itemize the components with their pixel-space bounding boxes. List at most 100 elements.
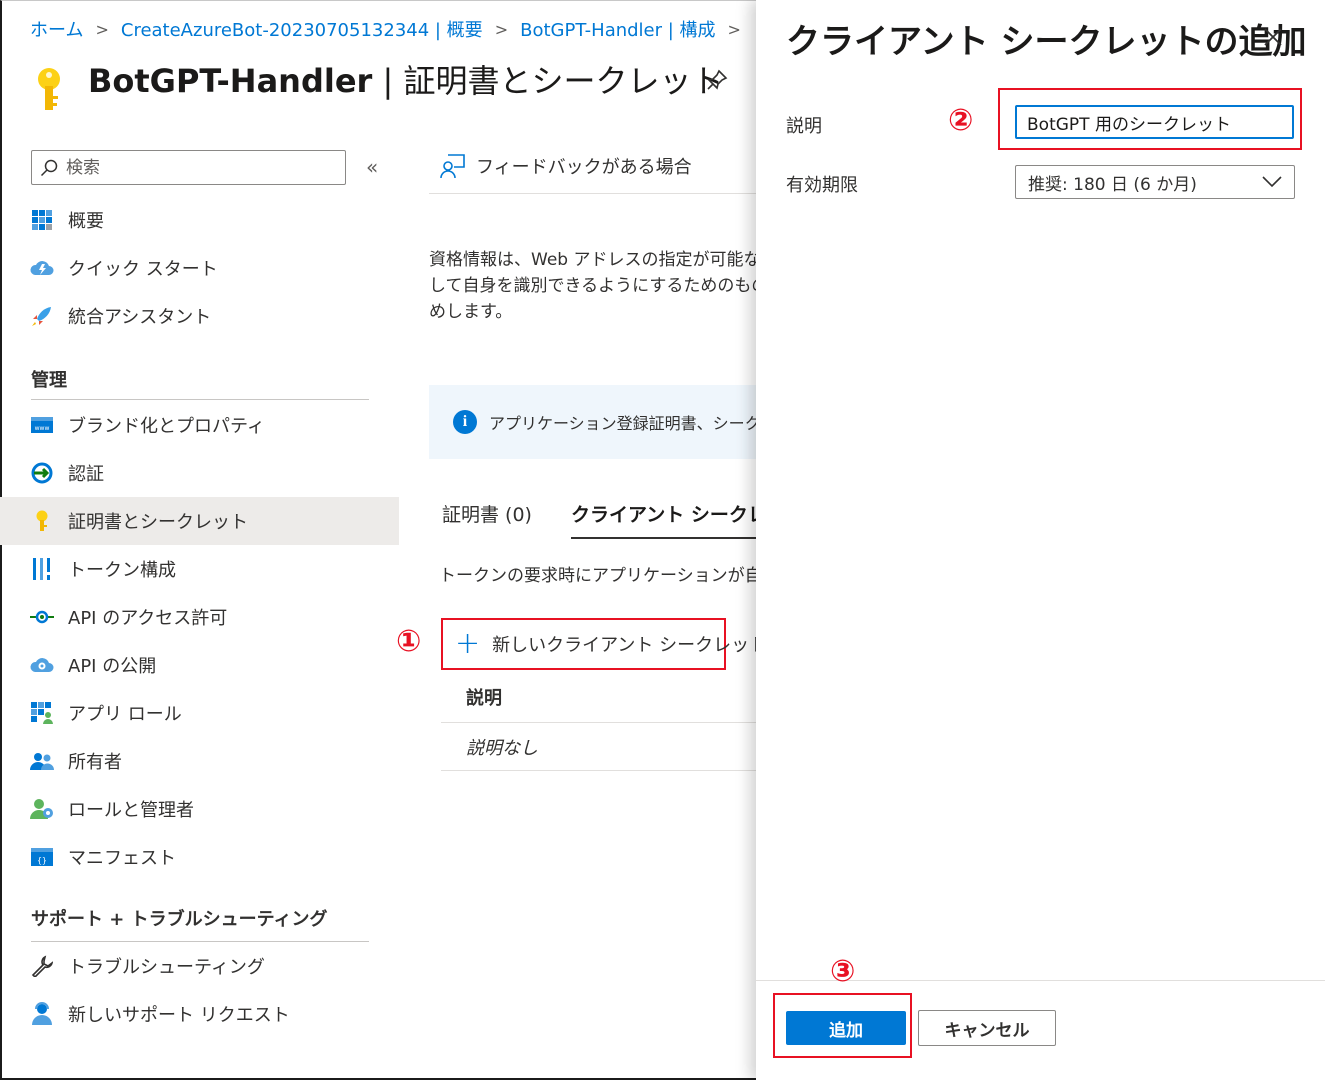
auth-arrow-icon (30, 461, 54, 485)
sidebar-item-app-roles[interactable]: アプリ ロール (0, 689, 399, 737)
breadcrumb-separator: > (727, 19, 741, 39)
search-box[interactable] (31, 150, 346, 185)
owners-icon (30, 749, 54, 773)
sidebar-item-integration-assistant[interactable]: 統合アシスタント (0, 292, 399, 340)
key-icon (30, 509, 54, 533)
info-banner: i アプリケーション登録証明書、シークレッ (429, 385, 756, 459)
page-title-app: BotGPT-Handler (88, 62, 373, 100)
manage-section-header: 管理 (31, 370, 67, 391)
client-secret-description: トークンの要求時にアプリケーションが自身の (439, 566, 756, 586)
sidebar-item-authentication[interactable]: 認証 (0, 449, 399, 497)
divider (441, 770, 756, 771)
cloud-gear-icon (30, 653, 54, 677)
panel-title: クライアント シークレットの追加 (786, 22, 1307, 62)
divider (441, 722, 756, 723)
support-person-icon (30, 1002, 54, 1026)
description-highlight (998, 88, 1302, 150)
api-permission-icon (30, 605, 54, 629)
sidebar-item-manifest[interactable]: {} マニフェスト (0, 833, 399, 881)
feedback-icon (440, 154, 465, 179)
new-client-secret-label: 新しいクライアント シークレット (492, 635, 768, 656)
sidebar-item-expose-api[interactable]: API の公開 (0, 641, 399, 689)
manifest-icon: {} (30, 845, 54, 869)
breadcrumb-separator: > (494, 19, 509, 39)
active-tab-indicator (571, 537, 756, 539)
table-header-description: 説明 (466, 688, 502, 709)
sidebar-item-label: アプリ ロール (68, 704, 182, 725)
pin-icon[interactable] (705, 68, 729, 92)
sidebar-item-label: 概要 (68, 211, 104, 232)
sidebar-item-troubleshooting[interactable]: トラブルシューティング (0, 942, 399, 990)
expiry-label: 有効期限 (786, 175, 858, 196)
cloud-lightning-icon (30, 256, 54, 280)
feedback-button[interactable]: フィードバックがある場合 (440, 153, 692, 179)
support-section-header: サポート + トラブルシューティング (31, 909, 328, 930)
expiry-dropdown[interactable]: 推奨: 180 日 (6 か月) (1015, 165, 1295, 199)
breadcrumb-botgpt-config[interactable]: BotGPT-Handler | 構成 (520, 16, 715, 42)
collapse-sidebar-icon[interactable]: « (366, 155, 378, 179)
feedback-label: フィードバックがある場合 (476, 157, 692, 178)
divider (429, 193, 756, 194)
overview-grid-icon (30, 208, 54, 232)
token-bars-icon (30, 557, 54, 581)
step-marker-2: ② (948, 103, 974, 138)
breadcrumb-azure-bot[interactable]: CreateAzureBot-20230705132344 | 概要 (121, 16, 483, 42)
description-input[interactable] (1015, 105, 1294, 139)
table-empty-message: 説明なし (466, 738, 538, 759)
wrench-icon (30, 954, 54, 978)
info-icon: i (453, 410, 477, 434)
search-icon (40, 159, 58, 176)
app-roles-icon (30, 701, 54, 725)
sidebar-item-new-support-request[interactable]: 新しいサポート リクエスト (0, 990, 399, 1038)
sidebar-item-token-config[interactable]: トークン構成 (0, 545, 399, 593)
svg-text:{}: {} (37, 856, 47, 865)
sidebar-item-quickstart[interactable]: クイック スタート (0, 244, 399, 292)
description-line: して自身を識別できるようにするためのもので (429, 276, 759, 296)
sidebar-item-roles-admins[interactable]: ロールと管理者 (0, 785, 399, 833)
sidebar-item-api-permissions[interactable]: API のアクセス許可 (0, 593, 399, 641)
sidebar-item-label: トラブルシューティング (68, 957, 265, 978)
credentials-description: 資格情報は、Web アドレスの指定が可能な して自身を識別できるようにするための… (429, 247, 759, 325)
rocket-icon (30, 304, 54, 328)
sidebar-item-label: API の公開 (68, 656, 157, 677)
cancel-button[interactable]: キャンセル (918, 1010, 1056, 1046)
add-button[interactable]: 追加 (786, 1011, 906, 1045)
info-text: アプリケーション登録証明書、シークレッ (489, 414, 756, 433)
breadcrumb-home[interactable]: ホーム (30, 16, 83, 42)
close-icon[interactable] (1262, 26, 1284, 48)
roles-admin-icon (30, 797, 54, 821)
www-icon: www (30, 413, 54, 437)
search-input[interactable] (66, 157, 326, 178)
sidebar-item-certificates-secrets[interactable]: 証明書とシークレット (0, 497, 399, 545)
breadcrumb: ホーム > CreateAzureBot-20230705132344 | 概要… (30, 16, 753, 42)
description-label: 説明 (786, 116, 822, 137)
chevron-down-icon (1262, 176, 1282, 188)
expiry-selected-value: 推奨: 180 日 (6 か月) (1028, 174, 1197, 195)
add-button-highlight: 追加 (773, 993, 912, 1058)
key-icon (38, 68, 60, 110)
sidebar-item-label: クイック スタート (68, 259, 218, 280)
sidebar-item-label: 証明書とシークレット (68, 512, 248, 533)
sidebar-item-label: トークン構成 (68, 560, 176, 581)
plus-icon: + (455, 626, 481, 661)
description-line: めします。 (429, 302, 513, 322)
page-title-sep: | (372, 62, 404, 100)
sidebar-item-label: 新しいサポート リクエスト (68, 1005, 290, 1026)
sidebar-item-label: ブランド化とプロパティ (68, 416, 265, 437)
page-title: BotGPT-Handler | 証明書とシークレット (88, 56, 723, 102)
new-client-secret-button[interactable]: + 新しいクライアント シークレット (441, 618, 767, 670)
sidebar-item-label: マニフェスト (68, 848, 176, 869)
description-line: 資格情報は、Web アドレスの指定が可能な (429, 250, 759, 270)
sidebar-item-label: 所有者 (68, 752, 122, 773)
sidebar-item-owners[interactable]: 所有者 (0, 737, 399, 785)
sidebar-item-label: API のアクセス許可 (68, 608, 228, 629)
step-marker-3: ③ (830, 954, 856, 989)
svg-text:www: www (35, 425, 50, 432)
tab-certificates[interactable]: 証明書 (0) (442, 500, 532, 527)
sidebar-item-label: ロールと管理者 (68, 800, 194, 821)
sidebar-item-label: 統合アシスタント (68, 307, 212, 328)
sidebar-item-overview[interactable]: 概要 (0, 196, 399, 244)
sidebar-item-label: 認証 (68, 464, 104, 485)
sidebar-item-branding[interactable]: www ブランド化とプロパティ (0, 401, 399, 449)
breadcrumb-separator: > (95, 19, 109, 39)
